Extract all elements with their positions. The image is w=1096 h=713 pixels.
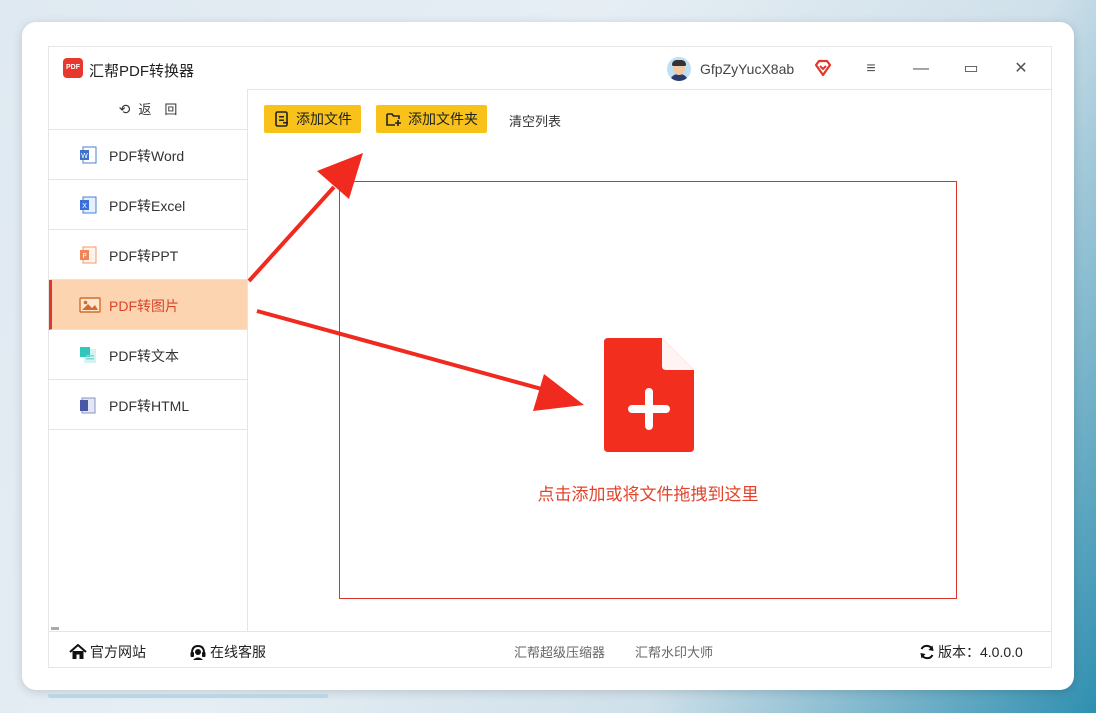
excel-icon: X xyxy=(80,196,97,214)
ppt-icon: P xyxy=(80,246,97,264)
vip-diamond-icon[interactable] xyxy=(813,58,833,78)
menu-button[interactable]: ≡ xyxy=(857,55,885,83)
sidebar-item-label: PDF转文本 xyxy=(109,348,179,364)
headset-icon xyxy=(190,644,206,660)
official-website-label: 官方网站 xyxy=(90,644,146,660)
svg-text:P: P xyxy=(82,252,86,260)
add-file-button[interactable]: 添加文件 xyxy=(264,105,361,133)
taskbar-strip xyxy=(48,694,328,698)
username[interactable]: GfpZyYucX8ab xyxy=(700,61,794,77)
file-drop-zone[interactable]: 点击添加或将文件拖拽到这里 xyxy=(339,181,957,599)
app-title: 汇帮PDF转换器 xyxy=(89,63,195,80)
home-icon xyxy=(69,644,87,659)
toolbar: 添加文件 添加文件夹 清空列表 xyxy=(249,89,1049,137)
add-file-large-icon xyxy=(604,338,694,452)
footer: 官方网站 在线客服 汇帮超级压缩器 汇帮水印大师 版本：4.0.0.0 xyxy=(49,631,1051,668)
sidebar-scrollbar[interactable] xyxy=(51,627,59,630)
title-bar: PDF 汇帮PDF转换器 GfpZyYucX8ab ≡ — ▭ ✕ xyxy=(49,47,1051,90)
back-label: 返 回 xyxy=(138,102,178,117)
sidebar-item-pdf-to-html[interactable]: PDF转HTML xyxy=(49,380,247,430)
sidebar-item-label: PDF转Excel xyxy=(109,198,186,214)
sidebar-item-pdf-to-word[interactable]: W PDF转Word xyxy=(49,130,247,180)
sidebar-item-label: PDF转Word xyxy=(109,148,185,164)
app-window: PDF 汇帮PDF转换器 GfpZyYucX8ab ≡ — ▭ ✕ ⟲ 返 回 W… xyxy=(48,46,1052,668)
sidebar-item-pdf-to-ppt[interactable]: P PDF转PPT xyxy=(49,230,247,280)
text-icon xyxy=(80,347,96,363)
refresh-icon xyxy=(920,644,934,660)
clear-list-button[interactable]: 清空列表 xyxy=(509,111,561,130)
user-avatar[interactable] xyxy=(667,57,691,81)
html-icon xyxy=(80,397,96,414)
sidebar: ⟲ 返 回 W PDF转Word X PDF转Excel P PDF转PPT P… xyxy=(49,89,248,631)
version-info[interactable]: 版本：4.0.0.0 xyxy=(919,642,1023,662)
sidebar-item-label: PDF转PPT xyxy=(109,248,179,264)
add-folder-icon xyxy=(386,113,401,126)
app-logo-icon: PDF xyxy=(63,58,83,78)
add-folder-label: 添加文件夹 xyxy=(408,111,478,127)
add-folder-button[interactable]: 添加文件夹 xyxy=(376,105,487,133)
maximize-button[interactable]: ▭ xyxy=(957,55,985,83)
official-website-link[interactable]: 官方网站 xyxy=(69,642,146,662)
add-file-label: 添加文件 xyxy=(296,111,352,127)
svg-text:X: X xyxy=(82,202,87,210)
sidebar-item-pdf-to-text[interactable]: PDF转文本 xyxy=(49,330,247,380)
svg-text:W: W xyxy=(81,152,88,160)
close-button[interactable]: ✕ xyxy=(1007,55,1035,83)
back-arrow-icon: ⟲ xyxy=(118,101,131,117)
back-button[interactable]: ⟲ 返 回 xyxy=(49,89,247,130)
compressor-link[interactable]: 汇帮超级压缩器 xyxy=(514,642,605,661)
sidebar-item-pdf-to-excel[interactable]: X PDF转Excel xyxy=(49,180,247,230)
add-file-icon xyxy=(275,111,288,127)
sidebar-item-pdf-to-image[interactable]: PDF转图片 xyxy=(49,280,247,330)
word-icon: W xyxy=(80,146,97,164)
version-label: 版本：4.0.0.0 xyxy=(938,644,1023,660)
online-support-label: 在线客服 xyxy=(210,644,266,660)
online-support-link[interactable]: 在线客服 xyxy=(189,642,266,662)
sidebar-item-label: PDF转图片 xyxy=(109,298,179,314)
minimize-button[interactable]: — xyxy=(907,55,935,83)
image-icon xyxy=(79,297,101,313)
drop-zone-hint: 点击添加或将文件拖拽到这里 xyxy=(537,485,759,504)
watermark-link[interactable]: 汇帮水印大师 xyxy=(635,642,713,661)
sidebar-item-label: PDF转HTML xyxy=(109,398,190,414)
